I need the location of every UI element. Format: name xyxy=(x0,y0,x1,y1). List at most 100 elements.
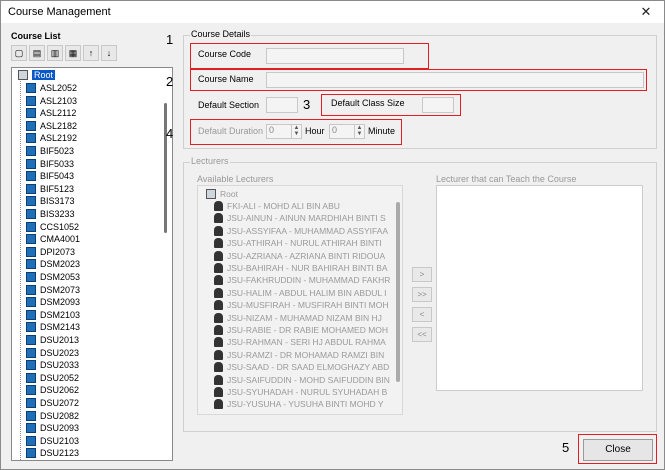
book-icon[interactable]: ▤ xyxy=(29,45,45,61)
lecturer-item[interactable]: JSU-SAAD - DR SAAD ELMOGHAZY ABD xyxy=(214,361,389,373)
lecturer-item-label: JSU-ASSYIFAA - MUHAMMAD ASSYIFAA xyxy=(227,225,389,236)
lecturer-item[interactable]: JSU-MUSFIRAH - MUSFIRAH BINTI MOH xyxy=(214,299,389,311)
print-icon[interactable]: ▦ xyxy=(65,45,81,61)
tree-item[interactable]: DSU2033 xyxy=(26,359,79,371)
close-window-icon[interactable]: ✕ xyxy=(631,2,661,22)
lecturer-item[interactable]: JSU-YUSUHA - YUSUHA BINTI MOHD Y xyxy=(214,398,384,410)
duration-minute-value: 0 xyxy=(332,125,338,135)
duration-minute-spinner[interactable]: 0 ▲ ▼ xyxy=(329,124,365,139)
tree-item[interactable]: CMA4001 xyxy=(26,233,80,245)
tree-item[interactable]: DSU2052 xyxy=(26,372,79,384)
lecturer-item[interactable]: JSU-ATHIRAH - NURUL ATHIRAH BINTI xyxy=(214,237,382,249)
lecturer-item[interactable]: FKI-ALI - MOHD ALI BIN ABU xyxy=(214,200,340,212)
remove-all-lecturers-button[interactable]: << xyxy=(412,327,432,342)
book-icon xyxy=(26,259,36,270)
new-icon[interactable]: ▢ xyxy=(11,45,27,61)
lecturer-item-label: JSU-SAIFUDDIN - MOHD SAIFUDDIN BIN xyxy=(227,374,390,385)
person-icon xyxy=(214,287,223,298)
tree-item[interactable]: DSU2062 xyxy=(26,384,79,396)
lecturer-item-label: JSU-NIZAM - MUHAMAD NIZAM BIN HJ xyxy=(227,312,382,323)
tree-item-label: DSU2093 xyxy=(40,423,80,434)
tree-item[interactable]: ASL2192 xyxy=(26,132,77,144)
tree-item[interactable]: ASL2052 xyxy=(26,82,77,94)
move-up-icon[interactable]: ↑ xyxy=(83,45,99,61)
close-button[interactable]: Close xyxy=(583,439,653,461)
spinner-arrows-icon[interactable]: ▲ ▼ xyxy=(354,125,364,138)
lecturer-item[interactable]: JSU-AINUN - AINUN MARDHIAH BINTI S xyxy=(214,212,386,224)
book-icon xyxy=(26,221,36,232)
lecturer-item[interactable]: JSU-RAHMAN - SERI HJ ABDUL RAHMA xyxy=(214,336,386,348)
tree-item[interactable]: BIF5023 xyxy=(26,145,74,157)
tree-item[interactable]: DSM2103 xyxy=(26,309,80,321)
course-list-panel: Course List ▢ ▤ ▥ ▦ ↑ ↓ Root ASL2052 ASL2103 AS… xyxy=(7,29,177,463)
lecturer-item[interactable]: JSU-FAKHRUDDIN - MUHAMMAD FAKHR xyxy=(214,274,390,286)
course-name-input[interactable] xyxy=(266,72,644,88)
tree-item[interactable]: CCS1052 xyxy=(26,221,79,233)
lecturer-item[interactable]: JSU-NIZAM - MUHAMAD NIZAM BIN HJ xyxy=(214,312,382,324)
annotation-3: 3 xyxy=(303,97,311,112)
lecturer-item[interactable]: JSU-AZRIANA - AZRIANA BINTI RIDOUA xyxy=(214,250,385,262)
delete-icon[interactable]: ▥ xyxy=(47,45,63,61)
tree-item[interactable]: DSM2073 xyxy=(26,284,80,296)
tree-item-label: DSM2143 xyxy=(40,322,81,333)
move-down-icon[interactable]: ↓ xyxy=(101,45,117,61)
tree-root[interactable]: Root xyxy=(18,69,56,81)
duration-hour-spinner[interactable]: 0 ▲ ▼ xyxy=(266,124,302,139)
spinner-arrows-icon[interactable]: ▲ ▼ xyxy=(291,125,301,138)
tree-item[interactable]: DPI2073 xyxy=(26,246,75,258)
lecturer-item-label: JSU-SAAD - DR SAAD ELMOGHAZY ABD xyxy=(227,362,390,373)
person-icon xyxy=(214,238,223,249)
add-lecturer-button[interactable]: > xyxy=(412,267,432,282)
tree-item[interactable]: DSM2093 xyxy=(26,296,80,308)
tree-item[interactable]: DSU2072 xyxy=(26,397,79,409)
tree-item[interactable]: BIS3233 xyxy=(26,208,75,220)
lecturer-item[interactable]: JSU-RAMZI - DR MOHAMAD RAMZI BIN xyxy=(214,349,384,361)
tree-item[interactable]: DSU2013 xyxy=(26,334,79,346)
tree-item-label: DSU2062 xyxy=(40,385,80,396)
tree-item[interactable]: DSU2123 xyxy=(26,447,79,459)
tree-item[interactable]: BIF5033 xyxy=(26,158,74,170)
tree-item-label: DSU2052 xyxy=(40,372,80,383)
tree-item[interactable]: DSU2093 xyxy=(26,422,79,434)
lecturer-tree-root[interactable]: Root xyxy=(206,188,238,200)
book-icon xyxy=(26,158,36,169)
assigned-lecturers-list[interactable] xyxy=(436,185,643,391)
tree-item[interactable]: ASL2103 xyxy=(26,95,77,107)
default-section-label: Default Section xyxy=(198,100,260,110)
tree-item[interactable]: ASL2182 xyxy=(26,120,77,132)
lecturer-item[interactable]: JSU-RABIE - DR RABIE MOHAMED MOH xyxy=(214,324,388,336)
available-scroll-thumb[interactable] xyxy=(396,202,400,382)
course-name-label: Course Name xyxy=(198,74,254,84)
tree-item[interactable]: DSM2023 xyxy=(26,258,80,270)
course-code-input[interactable] xyxy=(266,48,404,64)
tree-item[interactable]: ASL2112 xyxy=(26,107,76,119)
tree-item[interactable]: DSM2143 xyxy=(26,321,80,333)
lecturer-item-label: JSU-AZRIANA - AZRIANA BINTI RIDOUA xyxy=(227,250,386,261)
tree-item[interactable]: BIF5123 xyxy=(26,183,74,195)
tree-item[interactable]: DSU2023 xyxy=(26,347,79,359)
book-icon xyxy=(26,435,36,446)
scroll-thumb[interactable] xyxy=(164,103,167,233)
tree-item[interactable]: BIF5043 xyxy=(26,170,74,182)
tree-item-label: DSU2103 xyxy=(40,435,80,446)
lecturer-item[interactable]: JSU-BAHIRAH - NUR BAHIRAH BINTI BA xyxy=(214,262,388,274)
tree-item-label: DSM2023 xyxy=(40,259,81,270)
lecturer-item[interactable]: JSU-HALIM - ABDUL HALIM BIN ABDUL I xyxy=(214,287,387,299)
book-icon xyxy=(26,322,36,333)
default-class-size-input[interactable] xyxy=(422,97,454,113)
remove-lecturer-button[interactable]: < xyxy=(412,307,432,322)
lecturer-item[interactable]: JSU-SYUHADAH - NURUL SYUHADAH B xyxy=(214,386,387,398)
tree-item[interactable]: DSU2103 xyxy=(26,435,79,447)
default-section-input[interactable] xyxy=(266,97,298,113)
add-all-lecturers-button[interactable]: >> xyxy=(412,287,432,302)
person-icon xyxy=(214,201,223,211)
tree-item[interactable]: DSU2082 xyxy=(26,410,79,422)
course-tree[interactable]: Root ASL2052 ASL2103 ASL2112 ASL2182 ASL2192… xyxy=(11,67,173,461)
lecturer-item[interactable]: JSU-SAIFUDDIN - MOHD SAIFUDDIN BIN xyxy=(214,374,390,386)
available-lecturers-list[interactable]: Root FKI-ALI - MOHD ALI BIN ABU JSU-AINUN… xyxy=(197,185,403,415)
tree-item[interactable]: BIS3173 xyxy=(26,195,75,207)
course-details-label: Course Details xyxy=(190,29,252,39)
tree-item[interactable]: DSM2053 xyxy=(26,271,80,283)
lecturer-item[interactable]: JSU-ASSYIFAA - MUHAMMAD ASSYIFAA xyxy=(214,225,388,237)
available-lecturers-label: Available Lecturers xyxy=(197,174,274,184)
